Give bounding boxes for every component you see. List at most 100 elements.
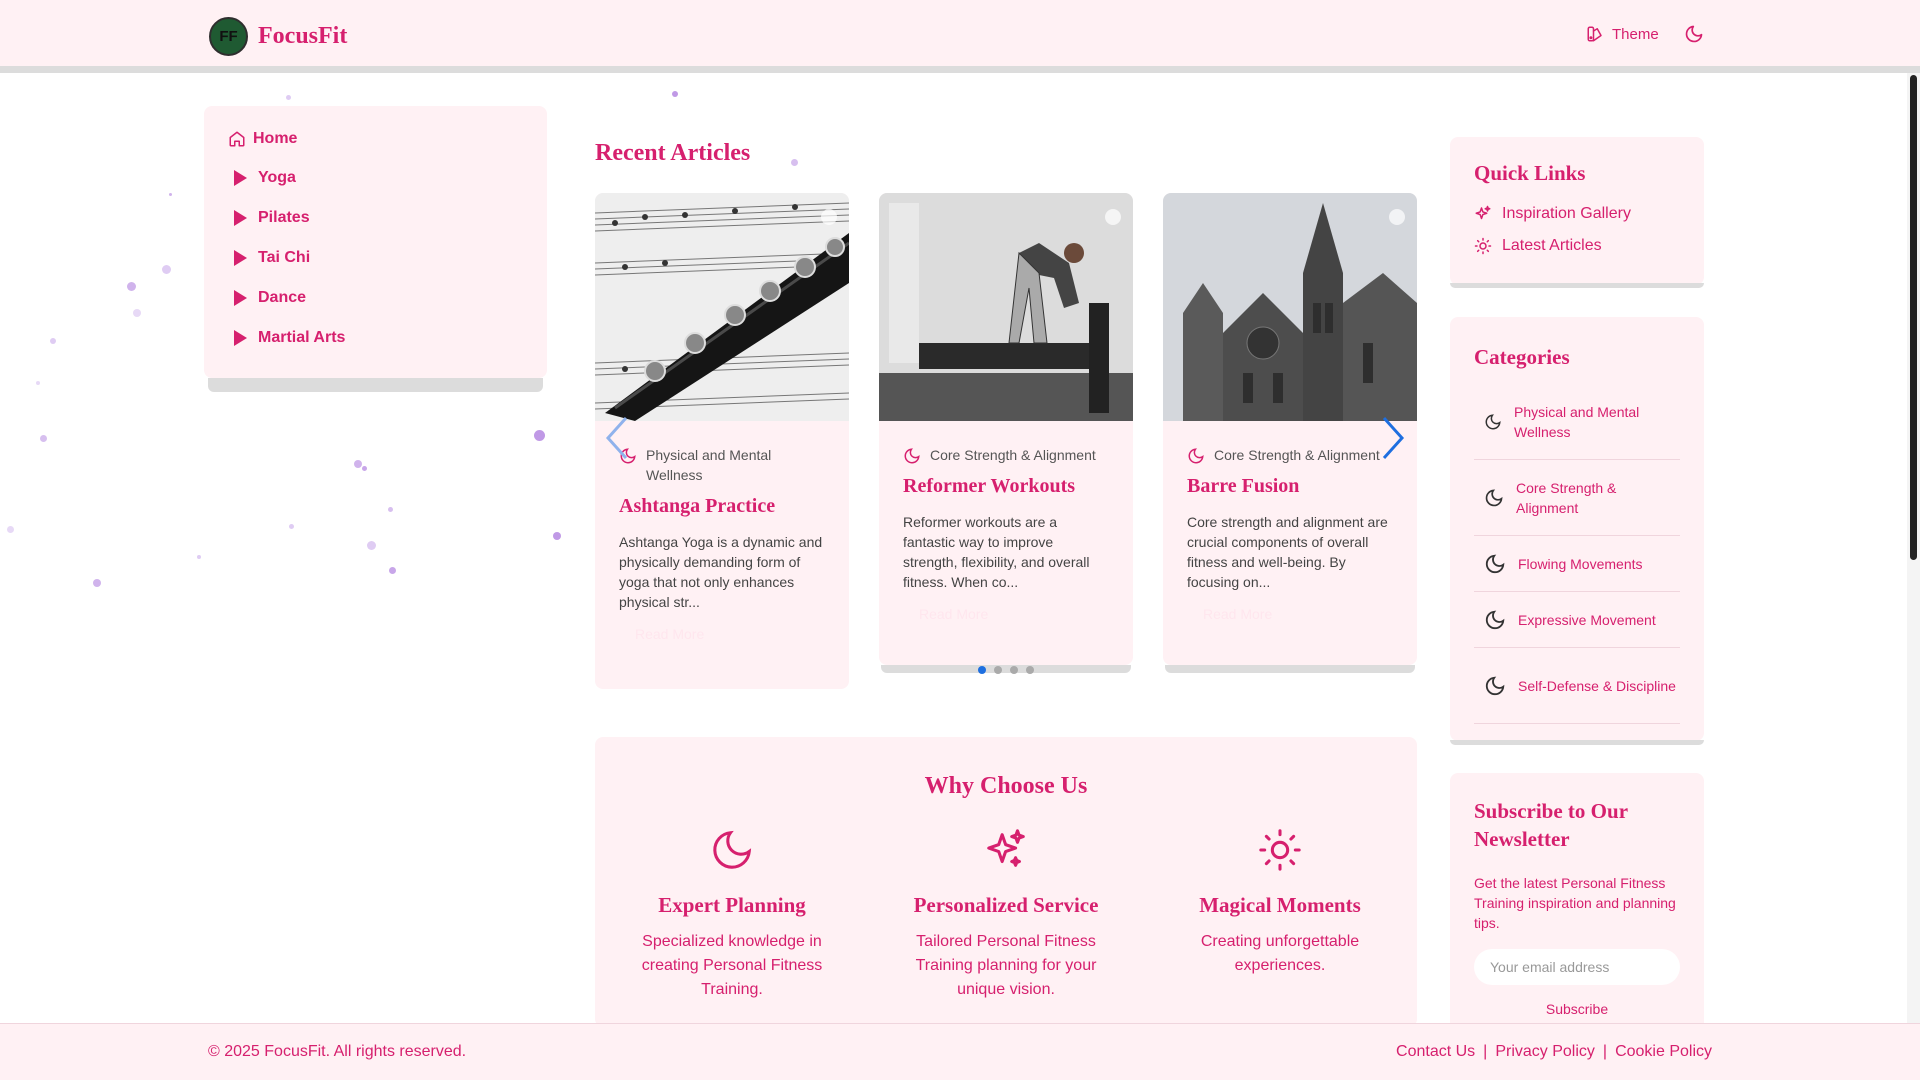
caret-right-icon bbox=[234, 290, 247, 306]
chevron-left-icon bbox=[605, 416, 628, 460]
card-title[interactable]: Reformer Workouts bbox=[903, 475, 1109, 498]
feature-text: Specialized knowledge in creating Person… bbox=[641, 933, 823, 998]
why-choose-us-section: Why Choose Us Expert Planning Specialize… bbox=[595, 737, 1417, 1027]
home-icon bbox=[229, 131, 245, 147]
feature-title: Personalized Service bbox=[913, 893, 1099, 917]
caret-right-icon bbox=[234, 250, 247, 266]
read-more-button[interactable]: Read More bbox=[1187, 606, 1393, 636]
carousel-pagination bbox=[978, 666, 1034, 674]
carousel-dot[interactable] bbox=[994, 666, 1002, 674]
copyright-text: © 2025 FocusFit. All rights reserved. bbox=[208, 1043, 467, 1060]
quick-link-label: Latest Articles bbox=[1502, 237, 1602, 254]
nav-item-label: Yoga bbox=[258, 169, 296, 186]
newsletter-title: Subscribe to Our Newsletter bbox=[1474, 799, 1628, 851]
nav-item-pilates[interactable]: Pilates bbox=[234, 198, 345, 238]
top-header: FF FocusFit Theme bbox=[0, 0, 1920, 73]
category-expressive-movement[interactable]: Expressive Movement bbox=[1474, 592, 1680, 648]
card-excerpt: Ashtanga Yoga is a dynamic and physicall… bbox=[619, 534, 823, 610]
moon-icon bbox=[1485, 488, 1503, 506]
card-image-reformer bbox=[879, 193, 1133, 421]
nav-item-martial-arts[interactable]: Martial Arts bbox=[234, 318, 345, 358]
category-physical-mental-wellness[interactable]: Physical and Mental Wellness bbox=[1474, 384, 1680, 460]
logo-badge: FF bbox=[209, 17, 248, 56]
card-category-label: Physical and Mental Wellness bbox=[646, 447, 772, 483]
scrollbar-thumb[interactable] bbox=[1910, 75, 1917, 560]
nav-item-label: Tai Chi bbox=[258, 249, 311, 266]
feature-text: Tailored Personal Fitness Training plann… bbox=[915, 933, 1097, 998]
moon-icon bbox=[1485, 610, 1505, 629]
article-card[interactable]: Core Strength & Alignment Barre Fusion C… bbox=[1163, 193, 1417, 665]
footer-link-privacy[interactable]: Privacy Policy bbox=[1495, 1043, 1595, 1061]
read-more-button[interactable]: Read More bbox=[903, 606, 1109, 636]
article-card[interactable]: Physical and Mental Wellness Ashtanga Pr… bbox=[595, 193, 849, 689]
nav-item-dance[interactable]: Dance bbox=[234, 278, 345, 318]
subscribe-button[interactable]: Subscribe bbox=[1474, 1001, 1680, 1017]
card-title[interactable]: Ashtanga Practice bbox=[619, 495, 825, 518]
moon-icon bbox=[904, 448, 920, 464]
footer-link-contact[interactable]: Contact Us bbox=[1396, 1043, 1475, 1061]
card-title[interactable]: Barre Fusion bbox=[1187, 475, 1393, 498]
quick-links-title: Quick Links bbox=[1474, 161, 1586, 185]
carousel-dot[interactable] bbox=[1010, 666, 1018, 674]
page-scrollbar[interactable] bbox=[1907, 73, 1920, 1023]
carousel-dot[interactable] bbox=[1026, 666, 1034, 674]
card-excerpt: Reformer workouts are a fantastic way to… bbox=[903, 514, 1090, 590]
moon-icon bbox=[1485, 554, 1505, 573]
caret-right-icon bbox=[234, 210, 247, 226]
moon-icon bbox=[1485, 413, 1501, 429]
why-title: Why Choose Us bbox=[924, 773, 1088, 799]
card-category-label: Core Strength & Alignment bbox=[1214, 447, 1380, 463]
category-label: Expressive Movement bbox=[1518, 611, 1656, 628]
favorite-icon[interactable] bbox=[821, 209, 837, 225]
category-core-strength[interactable]: Core Strength & Alignment bbox=[1474, 460, 1680, 536]
feature-title: Magical Moments bbox=[1199, 893, 1361, 917]
panel-shadow bbox=[1450, 740, 1704, 745]
sidebar-footer-bar bbox=[208, 378, 543, 392]
newsletter-email-input[interactable] bbox=[1474, 949, 1680, 985]
sparkles-icon bbox=[1475, 205, 1491, 220]
card-excerpt: Core strength and alignment are crucial … bbox=[1187, 514, 1388, 590]
nav-item-tai-chi[interactable]: Tai Chi bbox=[234, 238, 345, 278]
footer-link-cookie[interactable]: Cookie Policy bbox=[1615, 1043, 1712, 1061]
moon-icon bbox=[1685, 25, 1703, 43]
carousel-dot[interactable] bbox=[978, 666, 986, 674]
caret-right-icon bbox=[234, 170, 247, 186]
footer-separator: | bbox=[1602, 1043, 1608, 1060]
carousel-prev-button[interactable] bbox=[604, 415, 630, 466]
category-label: Self-Defense & Discipline bbox=[1518, 677, 1676, 694]
quick-links-panel: Quick Links Inspiration Gallery Latest A… bbox=[1450, 137, 1704, 285]
category-self-defense[interactable]: Self-Defense & Discipline bbox=[1474, 648, 1680, 724]
dark-mode-toggle[interactable] bbox=[1684, 24, 1704, 49]
categories-title: Categories bbox=[1474, 345, 1570, 369]
feature-expert-planning: Expert Planning Specialized knowledge in… bbox=[627, 827, 837, 1002]
article-card[interactable]: Core Strength & Alignment Reformer Worko… bbox=[879, 193, 1133, 665]
sparkles-icon bbox=[987, 829, 1025, 867]
quick-link-inspiration-gallery[interactable]: Inspiration Gallery bbox=[1474, 198, 1680, 230]
category-flowing-movements[interactable]: Flowing Movements bbox=[1474, 536, 1680, 592]
brand-name: FocusFit bbox=[258, 23, 348, 49]
nav-home[interactable]: Home bbox=[228, 130, 297, 148]
category-label: Core Strength & Alignment bbox=[1516, 479, 1617, 516]
read-more-button[interactable]: Read More bbox=[619, 626, 825, 656]
nav-item-label: Pilates bbox=[258, 209, 310, 226]
feature-title: Expert Planning bbox=[658, 893, 806, 917]
quick-link-label: Inspiration Gallery bbox=[1502, 205, 1631, 222]
theme-button[interactable]: Theme bbox=[1586, 25, 1659, 43]
nav-home-label: Home bbox=[253, 130, 298, 147]
articles-carousel: Physical and Mental Wellness Ashtanga Pr… bbox=[595, 193, 1417, 693]
feature-personalized-service: Personalized Service Tailored Personal F… bbox=[901, 827, 1111, 1002]
footer-links: Contact Us | Privacy Policy | Cookie Pol… bbox=[1396, 1043, 1712, 1061]
favorite-icon[interactable] bbox=[1389, 209, 1405, 225]
favorite-icon[interactable] bbox=[1105, 209, 1121, 225]
footer-separator: | bbox=[1483, 1043, 1488, 1060]
categories-panel: Categories Physical and Mental Wellness … bbox=[1450, 317, 1704, 741]
quick-link-latest-articles[interactable]: Latest Articles bbox=[1474, 230, 1680, 262]
moon-icon bbox=[713, 830, 752, 869]
recent-articles-title: Recent Articles bbox=[595, 140, 751, 166]
card-category-label: Core Strength & Alignment bbox=[930, 447, 1096, 463]
nav-item-yoga[interactable]: Yoga bbox=[234, 158, 345, 198]
left-sidebar-nav: Home Yoga Pilates Tai Chi Dance Martial … bbox=[204, 106, 547, 378]
carousel-next-button[interactable] bbox=[1380, 415, 1406, 466]
brand-logo[interactable]: FF FocusFit bbox=[209, 17, 347, 56]
sun-icon bbox=[1259, 829, 1301, 871]
